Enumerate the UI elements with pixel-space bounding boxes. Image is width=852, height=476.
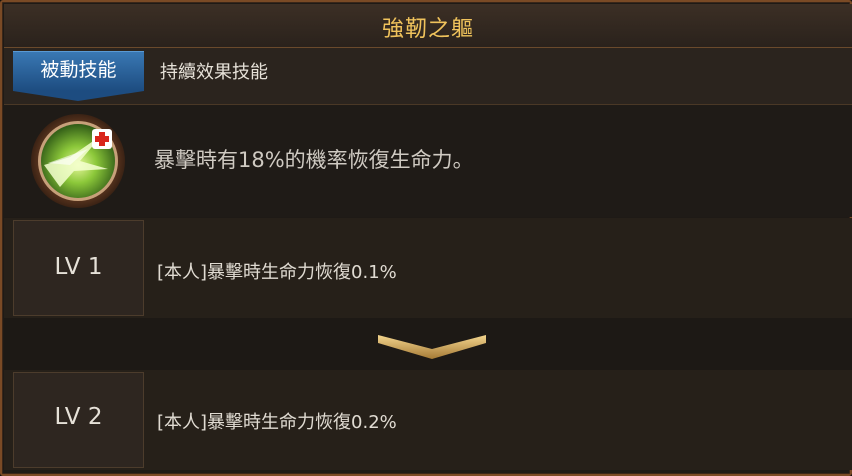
green-slash-heal-icon (31, 114, 125, 208)
passive-skill-tab: 被動技能 (13, 51, 144, 91)
skill-description: 暴擊時有18%的機率恢復生命力。 (154, 148, 474, 172)
level-effect-1: [本人]暴擊時生命力恢復0.1% (157, 262, 397, 283)
skill-type-description: 持續效果技能 (160, 62, 268, 83)
tab-ribbon-tail (13, 91, 144, 101)
level-effect-2: [本人]暴擊時生命力恢復0.2% (157, 412, 397, 433)
chevron-down-icon (378, 335, 486, 359)
level-label-2: LV 2 (54, 404, 103, 430)
skill-info-panel: 強靭之軀 被動技能 持續效果技能 暴擊時有18%的機率恢復生命力。 LV 1 [ (0, 0, 852, 476)
panel-title: 強靭之軀 (381, 17, 474, 42)
level-label-1: LV 1 (54, 254, 103, 280)
title-bar: 強靭之軀 (4, 4, 852, 48)
